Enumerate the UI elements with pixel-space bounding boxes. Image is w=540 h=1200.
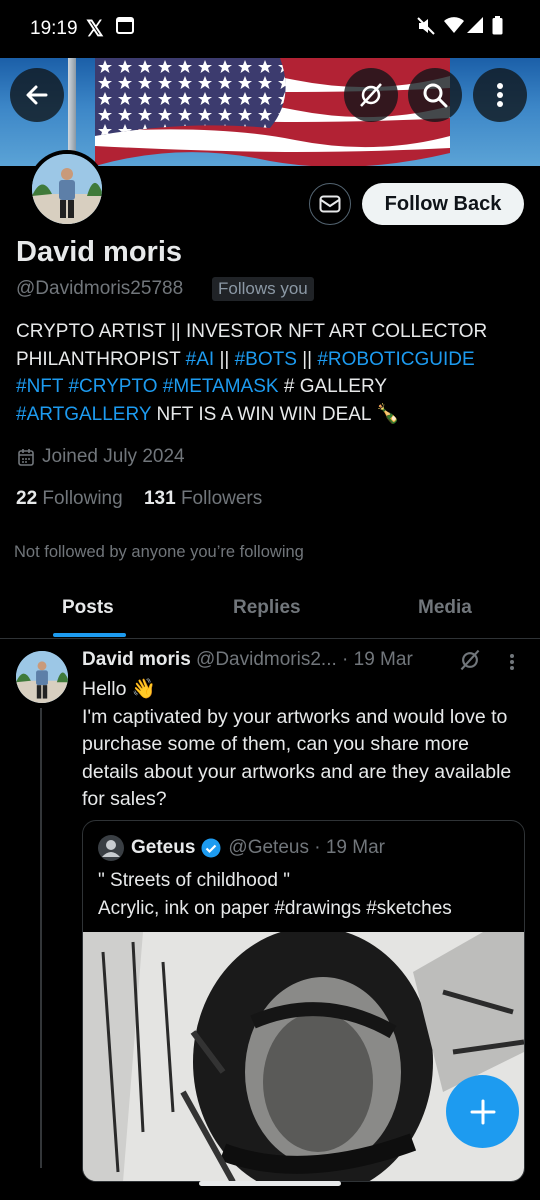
grok-post-button[interactable] (458, 648, 482, 677)
post-handle-date: @Davidmoris2... · 19 Mar (196, 649, 413, 670)
following-count: 22 (16, 488, 38, 509)
follow-stats: 22 Following 131 Followers (16, 488, 262, 510)
compose-post-button[interactable] (446, 1075, 519, 1148)
profile-banner (0, 58, 540, 166)
quote-line: Acrylic, ink on paper #drawings #sketche… (98, 898, 452, 919)
quote-author: Geteus (131, 837, 196, 858)
artwork-image[interactable] (83, 932, 524, 1182)
joined-text: Joined July 2024 (42, 446, 185, 467)
hashtag-link[interactable]: #ROBOTICGUIDE (317, 349, 474, 370)
post-text: Hello 👋 I'm captivated by your artworks … (82, 676, 527, 814)
back-button[interactable] (10, 68, 64, 122)
bio-line: CRYPTO ARTIST || INVESTOR NFT ART COLLEC… (16, 321, 488, 342)
profile-handle: @Davidmoris25788 (16, 278, 184, 299)
grok-slash-icon (360, 83, 382, 107)
plus-icon (470, 1099, 495, 1124)
profile-name: David moris (16, 236, 182, 268)
bio-text: || (214, 348, 235, 370)
more-vertical-icon (497, 83, 503, 107)
more-vertical-icon (510, 654, 514, 670)
bio-line: PHILANTHROPIST #AI || #BOTS || #ROBOTICG… (16, 346, 526, 374)
x-logo-icon: 𝕏 (86, 16, 104, 41)
search-icon (423, 83, 448, 108)
followers-link[interactable]: 131 Followers (144, 488, 262, 509)
followers-label: Followers (180, 488, 263, 509)
post-greeting: Hello 👋 (82, 678, 157, 700)
search-button[interactable] (408, 68, 462, 122)
bio-text: # GALLERY (278, 376, 388, 397)
american-flag-image (95, 58, 450, 166)
hashtag-link[interactable]: #BOTS (235, 349, 297, 370)
status-bar: 19:19 𝕏 (0, 0, 540, 58)
bio-line: #NFT #CRYPTO #METAMASK # GALLERY (16, 373, 526, 401)
post-header: David moris @Davidmoris2... · 19 Mar (82, 649, 413, 671)
following-link[interactable]: 22 Following (16, 488, 123, 509)
bio-text: PHILANTHROPIST (16, 348, 186, 370)
quote-line: " Streets of childhood " (98, 870, 290, 891)
joined-date: Joined July 2024 (18, 446, 185, 468)
not-followed-note: Not followed by anyone you’re following (14, 543, 304, 561)
follow-back-button[interactable]: Follow Back (362, 183, 524, 225)
post-author[interactable]: David moris (82, 649, 191, 670)
verified-badge-icon (201, 838, 221, 858)
follows-you-badge: Follows you (212, 277, 314, 301)
mail-icon (319, 195, 341, 213)
tab-media[interactable]: Media (418, 597, 472, 619)
post-body: I'm captivated by your artworks and woul… (82, 705, 512, 811)
thread-line (40, 708, 42, 1168)
grok-button[interactable] (344, 68, 398, 122)
avatar-photo (16, 651, 68, 703)
more-options-button[interactable] (473, 68, 527, 122)
profile-tabs: Posts Replies Media (0, 585, 540, 639)
bio-text: NFT IS A WIN WIN DEAL 🍾 (151, 403, 400, 425)
quote-header: Geteus @Geteus · 19 Mar (98, 835, 385, 861)
quote-text: " Streets of childhood " Acrylic, ink on… (98, 867, 518, 923)
followers-count: 131 (143, 488, 176, 509)
wifi-icon (444, 16, 464, 40)
quote-handle-date: @Geteus · 19 Mar (228, 837, 385, 858)
mute-icon (416, 16, 436, 42)
following-label: Following (42, 488, 123, 509)
hashtag-link[interactable]: #ARTGALLERY (16, 404, 151, 425)
battery-icon (492, 16, 503, 41)
signal-icon (467, 16, 483, 40)
grok-slash-icon (460, 649, 480, 671)
back-arrow-icon (26, 85, 48, 105)
tab-posts[interactable]: Posts (62, 597, 114, 619)
message-button[interactable] (309, 183, 351, 225)
bio-text: || (296, 348, 318, 370)
active-tab-indicator (53, 633, 126, 637)
profile-bio: CRYPTO ARTIST || INVESTOR NFT ART COLLEC… (16, 318, 526, 428)
post-more-button[interactable] (509, 653, 515, 676)
home-indicator[interactable] (199, 1181, 341, 1186)
hashtag-link[interactable]: #CRYPTO (68, 376, 157, 397)
hashtag-link[interactable]: #NFT (16, 376, 63, 397)
hashtag-link[interactable]: #AI (186, 349, 215, 370)
profile-avatar[interactable] (28, 150, 106, 228)
quote-avatar (98, 835, 124, 861)
bio-line: #ARTGALLERY NFT IS A WIN WIN DEAL 🍾 (16, 401, 526, 429)
calendar-notification-icon (116, 16, 134, 40)
calendar-icon (18, 448, 34, 466)
post-avatar[interactable] (16, 651, 68, 703)
tab-replies[interactable]: Replies (233, 597, 301, 619)
status-time: 19:19 (30, 18, 78, 39)
avatar-photo (32, 154, 102, 224)
hashtag-link[interactable]: #METAMASK (163, 376, 279, 397)
